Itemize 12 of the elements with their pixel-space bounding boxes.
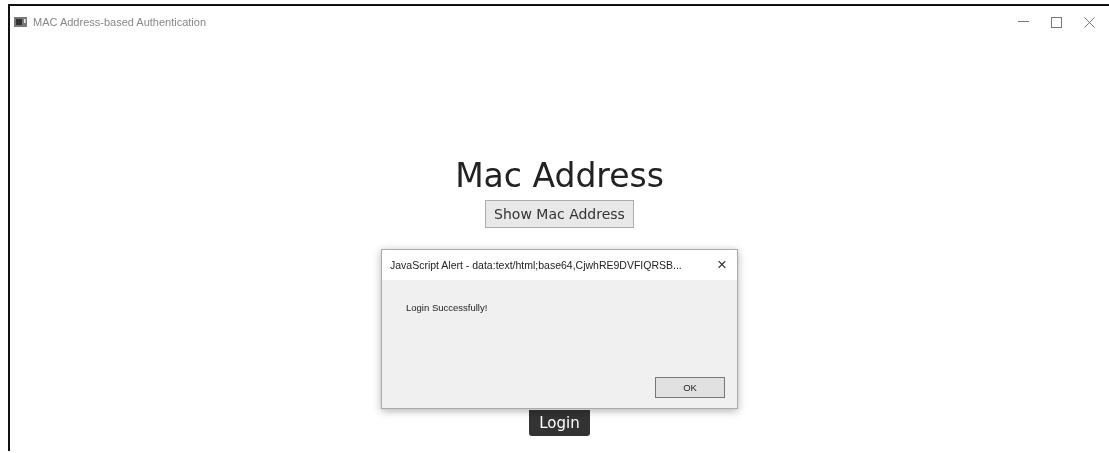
close-icon[interactable] (1084, 16, 1095, 28)
window-title: MAC Address-based Authentication (33, 16, 207, 28)
minimize-icon[interactable] (1018, 21, 1029, 23)
app-icon (14, 17, 27, 27)
page-heading: Mac Address (455, 156, 664, 196)
maximize-icon[interactable] (1051, 16, 1062, 28)
login-button[interactable]: Login (529, 410, 590, 436)
ok-button[interactable]: OK (655, 377, 725, 398)
alert-message: Login Successfully! (406, 302, 489, 313)
dialog-title: JavaScript Alert - data:text/html;base64,CjwhRE9DVFIQRSB... (390, 259, 682, 271)
show-mac-address-button[interactable]: Show Mac Address (485, 200, 634, 228)
close-button[interactable]: × (715, 255, 729, 275)
